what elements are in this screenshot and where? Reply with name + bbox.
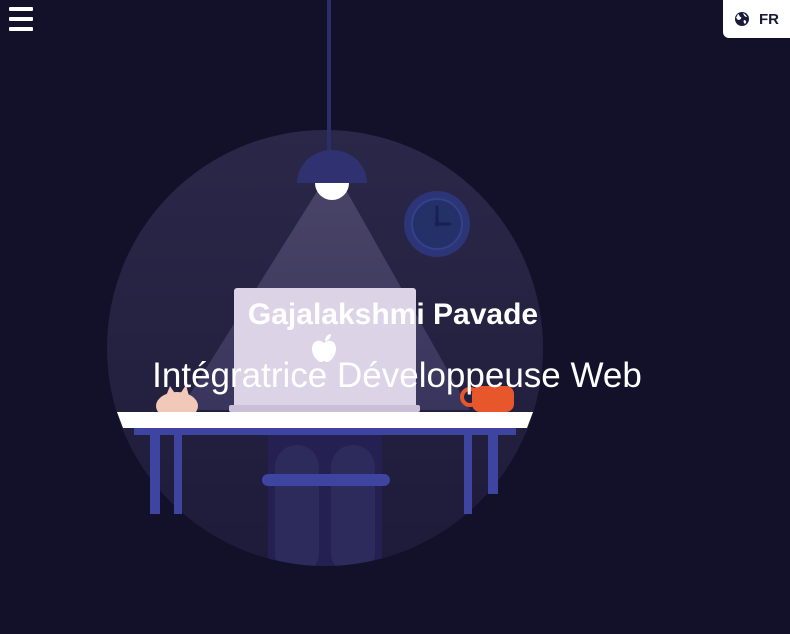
language-switch-button[interactable]: FR [723,0,790,38]
menu-button[interactable] [9,6,33,32]
globe-icon [734,11,750,27]
desk-top [117,412,533,428]
hero-role: Intégratrice Développeuse Web [0,355,790,397]
leg-right [331,445,375,566]
desk-leg [464,434,472,514]
page: FR Gajalakshmi Pavade Intégratrice Dével… [0,0,790,634]
chair-seat [262,474,390,486]
desk-leg [488,434,498,494]
language-label: FR [759,10,779,28]
hero-name-text: Gajalakshmi Pavade [247,298,539,331]
desk-rail [134,428,516,435]
lamp-cord [327,0,331,152]
desk-leg [174,434,182,514]
hero-role-text: Intégratrice Développeuse Web [152,356,642,395]
wall-clock-icon [404,191,470,257]
desk-leg [150,434,160,514]
hero-name: Gajalakshmi Pavade [0,297,790,333]
leg-left [275,445,319,566]
